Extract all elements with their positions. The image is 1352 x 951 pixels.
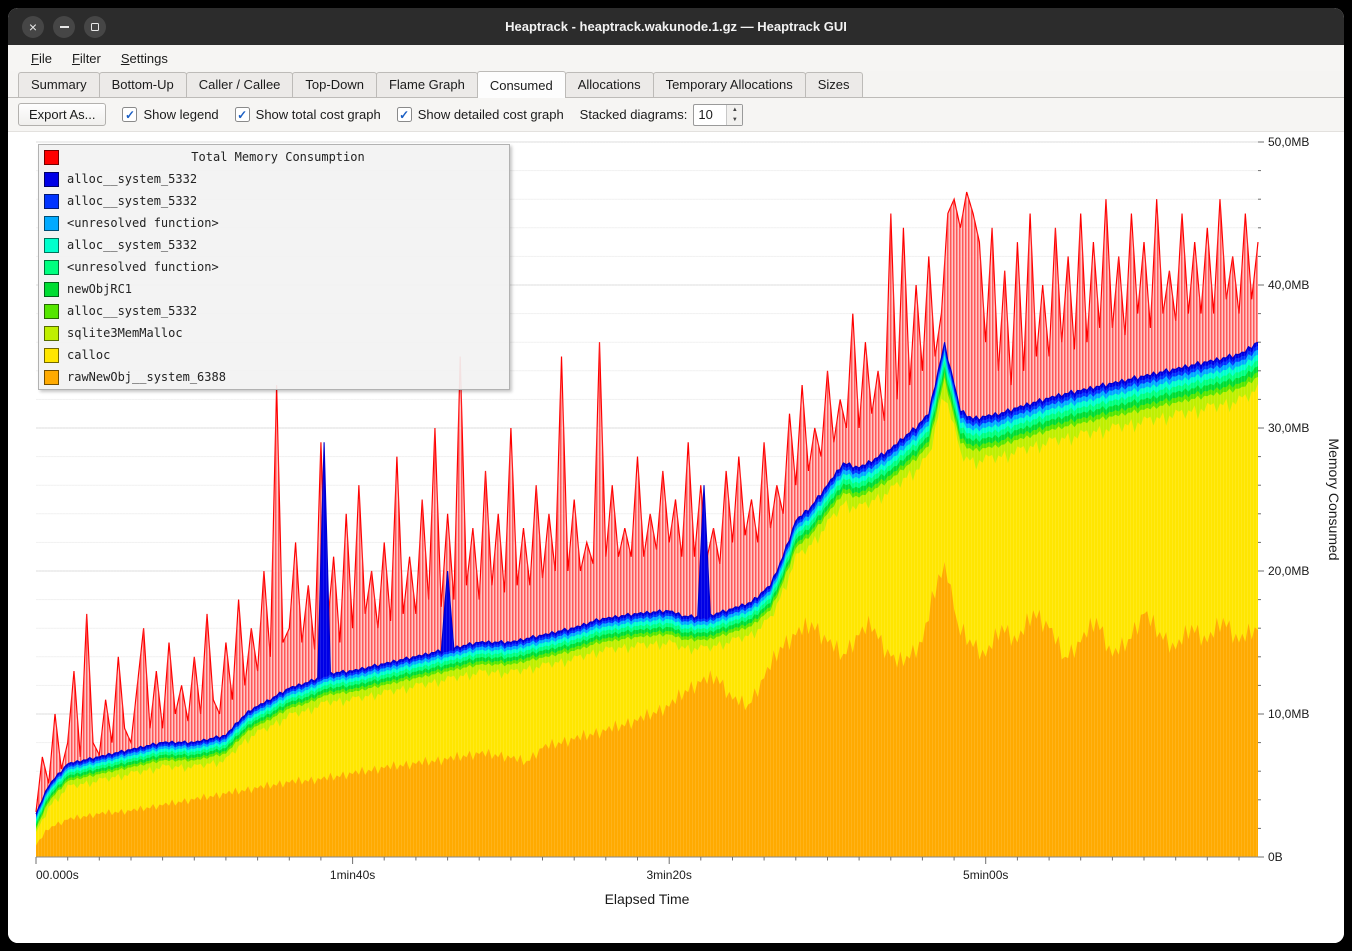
tab-summary[interactable]: Summary: [18, 72, 100, 97]
show-detailed-cost-label: Show detailed cost graph: [418, 107, 564, 122]
window-title: Heaptrack - heaptrack.wakunode.1.gz — He…: [8, 19, 1344, 34]
legend-item-label: alloc__system_5332: [67, 172, 197, 186]
memory-consumption-chart[interactable]: 00.000s 1min40s 3min20s 5min00s 0B 10,0MB 20,0…: [8, 132, 1344, 943]
menu-file[interactable]: File: [22, 48, 61, 69]
menu-settings[interactable]: Settings: [112, 48, 177, 69]
menu-filter[interactable]: Filter: [63, 48, 110, 69]
tab-consumed[interactable]: Consumed: [477, 71, 566, 98]
legend-item-label: newObjRC1: [67, 282, 132, 296]
tab-allocations[interactable]: Allocations: [565, 72, 654, 97]
legend-item[interactable]: alloc__system_5332: [39, 168, 509, 190]
legend-swatch: [44, 194, 59, 209]
menu-settings-mnemonic: S: [121, 51, 130, 66]
legend-item[interactable]: <unresolved function>: [39, 256, 509, 278]
tabbar: Summary Bottom-Up Caller / Callee Top-Do…: [8, 71, 1344, 98]
show-detailed-cost-checkbox[interactable]: ✓: [397, 107, 412, 122]
window-controls: ×: [22, 8, 106, 45]
legend-swatch: [44, 150, 59, 165]
stacked-diagrams-label: Stacked diagrams:: [580, 107, 688, 122]
legend-swatch: [44, 348, 59, 363]
legend-item-label: alloc__system_5332: [67, 238, 197, 252]
maximize-icon: [91, 23, 99, 31]
spin-arrows: ▲ ▼: [726, 105, 742, 125]
tab-temporary-allocations[interactable]: Temporary Allocations: [653, 72, 806, 97]
menu-filter-rest: ilter: [80, 51, 101, 66]
stacked-diagrams-value[interactable]: 10: [694, 105, 726, 125]
y-axis-tick-label: 50,0MB: [1268, 135, 1309, 149]
y-axis-tick-label: 0B: [1268, 850, 1283, 864]
heaptrack-window: × Heaptrack - heaptrack.wakunode.1.gz — …: [8, 8, 1344, 943]
legend-swatch: [44, 260, 59, 275]
menu-settings-rest: ettings: [130, 51, 168, 66]
show-total-cost-checkbox[interactable]: ✓: [235, 107, 250, 122]
maximize-button[interactable]: [84, 16, 106, 38]
legend-item-label: calloc: [67, 348, 110, 362]
y-axis-tick-label: 30,0MB: [1268, 421, 1309, 435]
legend-item[interactable]: sqlite3MemMalloc: [39, 322, 509, 344]
legend-item-label: alloc__system_5332: [67, 304, 197, 318]
legend-swatch: [44, 282, 59, 297]
legend-title-row[interactable]: Total Memory Consumption: [39, 146, 509, 168]
minimize-button[interactable]: [53, 16, 75, 38]
legend-item[interactable]: <unresolved function>: [39, 212, 509, 234]
legend-item-label: <unresolved function>: [67, 260, 219, 274]
tab-top-down[interactable]: Top-Down: [292, 72, 377, 97]
stacked-diagrams-group: Stacked diagrams: 10 ▲ ▼: [580, 104, 744, 126]
legend-item-label: sqlite3MemMalloc: [67, 326, 183, 340]
show-total-cost-label: Show total cost graph: [256, 107, 381, 122]
legend-title: Total Memory Consumption: [67, 150, 489, 164]
stacked-diagrams-spinbox[interactable]: 10 ▲ ▼: [693, 104, 743, 126]
x-axis-title: Elapsed Time: [605, 891, 690, 907]
show-detailed-cost-checkbox-group[interactable]: ✓ Show detailed cost graph: [397, 107, 564, 122]
x-axis-tick-label: 5min00s: [963, 868, 1008, 882]
minimize-icon: [60, 26, 69, 28]
titlebar[interactable]: × Heaptrack - heaptrack.wakunode.1.gz — …: [8, 8, 1344, 45]
show-total-cost-checkbox-group[interactable]: ✓ Show total cost graph: [235, 107, 381, 122]
screenshot-root: { "window": { "title": "Heaptrack - heap…: [0, 0, 1352, 951]
menu-filter-mnemonic: F: [72, 51, 80, 66]
legend-item[interactable]: rawNewObj__system_6388: [39, 366, 509, 388]
toolbar: Export As... ✓ Show legend ✓ Show total …: [8, 98, 1344, 132]
legend-swatch: [44, 172, 59, 187]
legend-swatch: [44, 238, 59, 253]
legend-swatch: [44, 326, 59, 341]
legend-item[interactable]: alloc__system_5332: [39, 190, 509, 212]
legend-item-label: alloc__system_5332: [67, 194, 197, 208]
close-button[interactable]: ×: [22, 16, 44, 38]
show-legend-label: Show legend: [143, 107, 218, 122]
legend-item[interactable]: alloc__system_5332: [39, 234, 509, 256]
tab-bottom-up[interactable]: Bottom-Up: [99, 72, 187, 97]
export-as-button[interactable]: Export As...: [18, 103, 106, 126]
y-axis-tick-label: 10,0MB: [1268, 707, 1309, 721]
legend-item[interactable]: newObjRC1: [39, 278, 509, 300]
legend-swatch: [44, 370, 59, 385]
tab-caller-callee[interactable]: Caller / Callee: [186, 72, 294, 97]
legend-item-label: <unresolved function>: [67, 216, 219, 230]
y-axis-tick-label: 20,0MB: [1268, 564, 1309, 578]
y-axis-title: Memory Consumed: [1326, 438, 1342, 560]
legend-item[interactable]: alloc__system_5332: [39, 300, 509, 322]
tab-sizes[interactable]: Sizes: [805, 72, 863, 97]
menubar: File Filter Settings: [8, 45, 1344, 71]
x-axis-tick-label: 3min20s: [646, 868, 691, 882]
chart-legend[interactable]: Total Memory Consumption alloc__system_53…: [38, 144, 510, 390]
legend-swatch: [44, 304, 59, 319]
spin-up-icon[interactable]: ▲: [727, 105, 742, 115]
y-axis-tick-label: 40,0MB: [1268, 278, 1309, 292]
show-legend-checkbox[interactable]: ✓: [122, 107, 137, 122]
legend-item-label: rawNewObj__system_6388: [67, 370, 226, 384]
x-axis-tick-label: 00.000s: [36, 868, 79, 882]
close-icon: ×: [29, 20, 37, 34]
legend-swatch: [44, 216, 59, 231]
tab-flame-graph[interactable]: Flame Graph: [376, 72, 478, 97]
spin-down-icon[interactable]: ▼: [727, 115, 742, 125]
menu-file-rest: ile: [39, 51, 52, 66]
x-axis-tick-label: 1min40s: [330, 868, 375, 882]
menu-file-mnemonic: F: [31, 51, 39, 66]
legend-item[interactable]: calloc: [39, 344, 509, 366]
show-legend-checkbox-group[interactable]: ✓ Show legend: [122, 107, 218, 122]
